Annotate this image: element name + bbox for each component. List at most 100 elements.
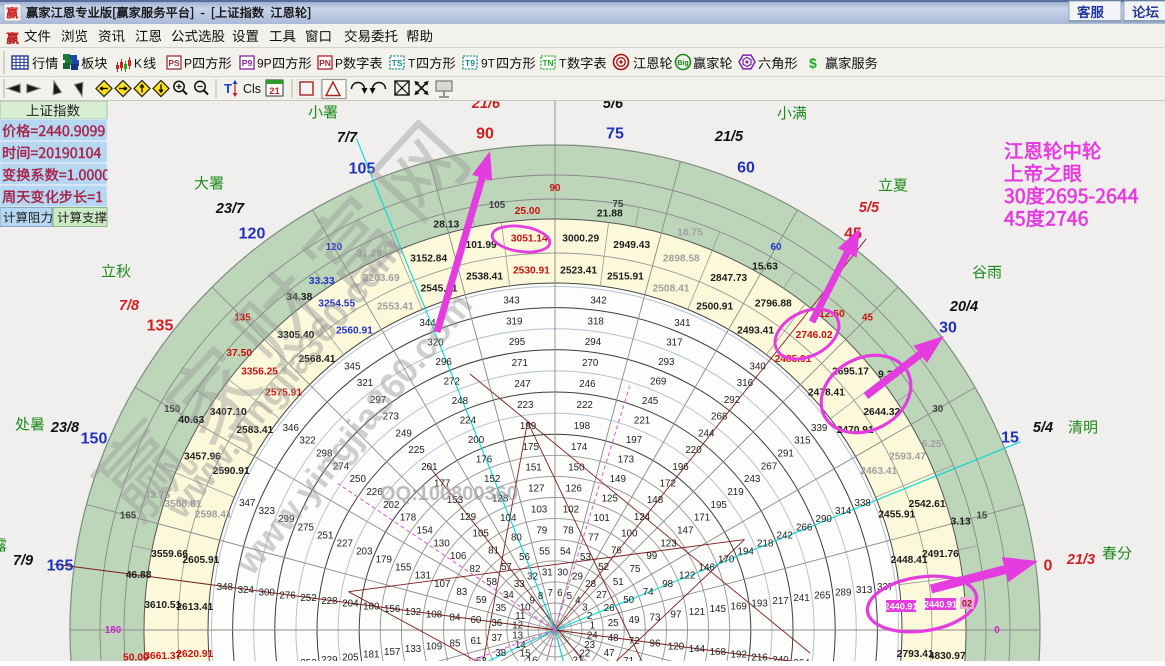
svg-text:347: 347 <box>239 498 255 509</box>
svg-text:3.13: 3.13 <box>951 516 971 527</box>
svg-text:289: 289 <box>835 588 851 599</box>
svg-text:2491.76: 2491.76 <box>922 549 959 560</box>
svg-text:317: 317 <box>666 337 682 348</box>
svg-text:121: 121 <box>689 607 705 618</box>
svg-text:P: P <box>184 57 192 71</box>
svg-text:244: 244 <box>698 428 715 439</box>
svg-text:K: K <box>134 57 142 71</box>
svg-text:54: 54 <box>560 546 571 557</box>
svg-text:P9: P9 <box>242 58 253 68</box>
svg-text:193: 193 <box>751 599 768 610</box>
svg-text:127: 127 <box>528 484 544 495</box>
svg-text:21.88: 21.88 <box>597 209 623 220</box>
svg-text:179: 179 <box>376 555 392 566</box>
svg-text:33: 33 <box>514 579 525 590</box>
svg-text:145: 145 <box>710 604 727 615</box>
svg-text:149: 149 <box>610 474 626 485</box>
svg-text:313: 313 <box>856 585 873 596</box>
svg-text:173: 173 <box>618 454 635 465</box>
svg-text:90: 90 <box>550 183 561 194</box>
svg-text:15.63: 15.63 <box>752 261 778 272</box>
svg-text:217: 217 <box>772 596 788 607</box>
svg-text:151: 151 <box>525 463 541 474</box>
svg-text:2523.41: 2523.41 <box>560 265 597 276</box>
svg-text:15: 15 <box>1001 430 1019 447</box>
svg-text:21/5: 21/5 <box>714 129 744 145</box>
svg-text:37.50: 37.50 <box>226 348 252 359</box>
svg-text:60: 60 <box>737 160 755 177</box>
svg-text:178: 178 <box>400 513 417 524</box>
svg-text:122: 122 <box>679 571 695 582</box>
svg-text:23: 23 <box>584 640 595 651</box>
svg-text:223: 223 <box>517 400 534 411</box>
svg-text:340: 340 <box>750 361 767 372</box>
svg-text:157: 157 <box>384 647 400 658</box>
svg-text:106: 106 <box>450 551 467 562</box>
svg-text:107: 107 <box>434 579 450 590</box>
svg-text:3051.14: 3051.14 <box>511 233 548 244</box>
svg-text:71: 71 <box>623 656 634 661</box>
svg-text:2746.02: 2746.02 <box>796 330 833 341</box>
svg-text:180: 180 <box>105 625 122 636</box>
svg-text:51: 51 <box>613 577 624 588</box>
svg-text:225: 225 <box>408 445 425 456</box>
svg-text:52: 52 <box>598 562 609 573</box>
svg-text:105: 105 <box>489 200 506 211</box>
svg-text:295: 295 <box>509 337 526 348</box>
svg-text:2463.41: 2463.41 <box>860 466 897 477</box>
svg-text:221: 221 <box>634 415 650 426</box>
svg-text:144: 144 <box>689 644 706 655</box>
svg-text:249: 249 <box>396 428 412 439</box>
svg-text:Big: Big <box>677 60 688 67</box>
svg-text:172: 172 <box>660 479 676 490</box>
svg-text:2605.91: 2605.91 <box>182 555 219 566</box>
svg-text:247: 247 <box>514 379 530 390</box>
svg-text:2793.41: 2793.41 <box>897 649 934 660</box>
svg-text:28: 28 <box>585 579 596 590</box>
svg-text:125: 125 <box>602 493 619 504</box>
svg-text:123: 123 <box>660 538 677 549</box>
svg-text:176: 176 <box>476 454 493 465</box>
svg-text:2478.41: 2478.41 <box>808 388 845 399</box>
svg-text:220: 220 <box>685 445 702 456</box>
svg-text:150: 150 <box>81 431 108 448</box>
svg-text:32: 32 <box>527 571 538 582</box>
svg-text:242: 242 <box>777 530 793 541</box>
svg-text:150: 150 <box>568 463 585 474</box>
svg-text:7/7: 7/7 <box>337 130 358 146</box>
svg-text:120: 120 <box>239 226 266 243</box>
svg-text:29: 29 <box>572 571 583 582</box>
svg-text:2613.41: 2613.41 <box>176 602 213 613</box>
svg-text:76: 76 <box>611 546 622 557</box>
svg-text:194: 194 <box>738 547 755 558</box>
svg-text:219: 219 <box>727 487 743 498</box>
svg-text:3152.84: 3152.84 <box>410 253 447 264</box>
svg-text:170: 170 <box>718 555 735 566</box>
svg-text:72: 72 <box>629 636 640 647</box>
svg-text:300: 300 <box>259 588 276 599</box>
svg-text:6.25: 6.25 <box>922 439 942 450</box>
svg-text:108: 108 <box>426 610 443 621</box>
svg-text:P: P <box>335 57 343 71</box>
svg-text:109: 109 <box>426 641 442 652</box>
svg-text:4: 4 <box>575 596 581 607</box>
svg-text:53: 53 <box>580 552 591 563</box>
svg-text:292: 292 <box>724 395 740 406</box>
svg-text:291: 291 <box>778 449 794 460</box>
svg-text:192: 192 <box>731 650 747 661</box>
svg-text:181: 181 <box>363 650 379 661</box>
svg-text:81: 81 <box>488 546 499 557</box>
svg-text:105: 105 <box>349 161 376 178</box>
svg-text:50.00: 50.00 <box>123 653 149 662</box>
svg-text:147: 147 <box>677 526 693 537</box>
svg-text:315: 315 <box>794 436 811 447</box>
svg-text:21/3: 21/3 <box>1066 552 1095 568</box>
svg-text:2898.58: 2898.58 <box>663 253 700 264</box>
svg-text:48: 48 <box>608 633 619 644</box>
svg-text:99: 99 <box>646 551 657 562</box>
svg-text:49: 49 <box>629 615 640 626</box>
svg-text:50: 50 <box>623 595 634 606</box>
svg-text:18.75: 18.75 <box>677 227 703 238</box>
svg-text:21: 21 <box>269 86 280 97</box>
svg-text:131: 131 <box>415 571 431 582</box>
